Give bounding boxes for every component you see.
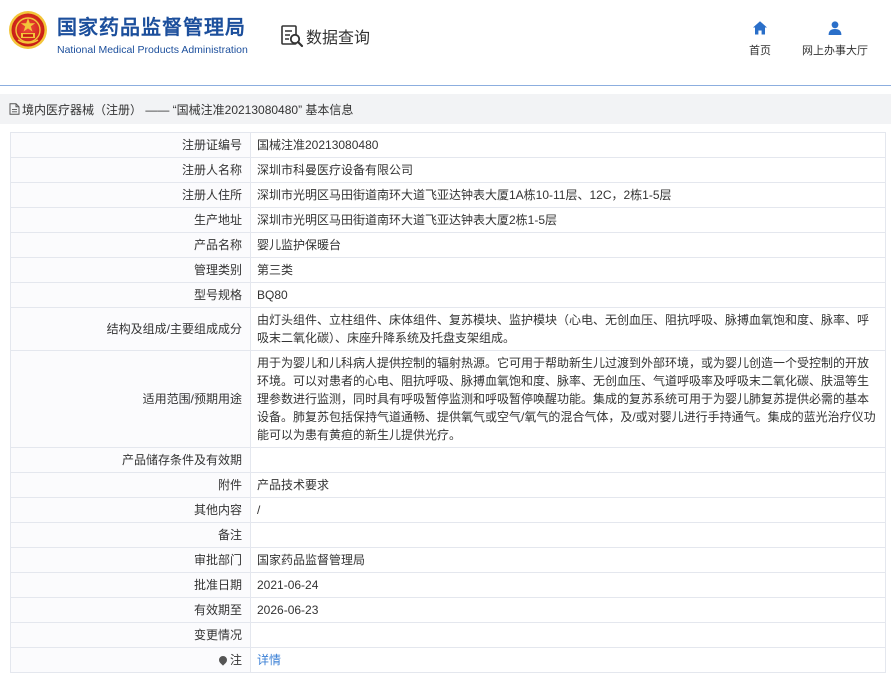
field-label: 有效期至 (10, 597, 251, 623)
field-value: 用于为婴儿和儿科病人提供控制的辐射热源。它可用于帮助新生儿过渡到外部环境，或为婴… (250, 350, 886, 448)
field-label: 其他内容 (10, 497, 251, 523)
field-value: 2021-06-24 (250, 572, 886, 598)
user-icon (828, 21, 842, 35)
field-label: 生产地址 (10, 207, 251, 233)
breadcrumb-text[interactable]: 境内医疗器械（注册） —— “国械注准20213080480” 基本信息 (22, 101, 353, 118)
field-label: 管理类别 (10, 257, 251, 283)
field-value: BQ80 (250, 282, 886, 308)
home-icon (753, 21, 767, 35)
table-row: 审批部门 国家药品监督管理局 (10, 547, 886, 573)
nav-home-label: 首页 (749, 45, 771, 57)
table-row: 生产地址 深圳市光明区马田街道南环大道飞亚达钟表大厦2栋1-5层 (10, 207, 886, 233)
field-label: 审批部门 (10, 547, 251, 573)
field-label: 产品名称 (10, 232, 251, 258)
header-divider (0, 85, 891, 86)
field-label: 注册人名称 (10, 157, 251, 183)
table-row: 注册证编号 国械注准20213080480 (10, 132, 886, 158)
field-value (250, 622, 886, 648)
field-label: 注 (229, 653, 242, 667)
field-value (250, 447, 886, 473)
field-value: 深圳市光明区马田街道南环大道飞亚达钟表大厦1A栋10-11层、12C，2栋1-5… (250, 182, 886, 208)
data-query-label: 数据查询 (306, 30, 371, 47)
field-value: 深圳市光明区马田街道南环大道飞亚达钟表大厦2栋1-5层 (250, 207, 886, 233)
field-label: 备注 (10, 522, 251, 548)
agency-name-cn: 国家药品监督管理局 (57, 17, 246, 39)
table-row: 结构及组成/主要组成成分 由灯头组件、立柱组件、床体组件、复苏模块、监护模块（心… (10, 307, 886, 351)
note-label-cell: 注 (10, 647, 251, 673)
table-row: 变更情况 (10, 622, 886, 648)
field-value: 第三类 (250, 257, 886, 283)
nmpa-emblem-icon (9, 11, 47, 49)
nav-online-service-hall[interactable]: 网上办事大厅 (798, 20, 872, 58)
table-row: 型号规格 BQ80 (10, 282, 886, 308)
data-query-icon (281, 25, 304, 48)
table-row: 适用范围/预期用途 用于为婴儿和儿科病人提供控制的辐射热源。它可用于帮助新生儿过… (10, 350, 886, 448)
breadcrumb: 境内医疗器械（注册） —— “国械注准20213080480” 基本信息 (0, 94, 891, 124)
field-label: 批准日期 (10, 572, 251, 598)
table-row: 注 详情 (10, 647, 886, 673)
field-value: 国械注准20213080480 (250, 132, 886, 158)
field-label: 附件 (10, 472, 251, 498)
note-marker-icon (217, 654, 229, 666)
nav-online-service-hall-label: 网上办事大厅 (802, 45, 868, 57)
field-value: 深圳市科曼医疗设备有限公司 (250, 157, 886, 183)
field-label: 变更情况 (10, 622, 251, 648)
table-row: 注册人住所 深圳市光明区马田街道南环大道飞亚达钟表大厦1A栋10-11层、12C… (10, 182, 886, 208)
field-label: 产品储存条件及有效期 (10, 447, 251, 473)
field-label: 结构及组成/主要组成成分 (10, 307, 251, 351)
agency-title: 国家药品监督管理局 National Medical Products Admi… (57, 16, 248, 57)
table-row: 批准日期 2021-06-24 (10, 572, 886, 598)
field-value: 婴儿监护保暖台 (250, 232, 886, 258)
field-value: 由灯头组件、立柱组件、床体组件、复苏模块、监护模块（心电、无创血压、阻抗呼吸、脉… (250, 307, 886, 351)
table-row: 管理类别 第三类 (10, 257, 886, 283)
field-label: 注册人住所 (10, 182, 251, 208)
agency-name-en: National Medical Products Administration (57, 44, 248, 56)
document-icon (9, 103, 20, 115)
table-row: 注册人名称 深圳市科曼医疗设备有限公司 (10, 157, 886, 183)
site-header: 国家药品监督管理局 National Medical Products Admi… (0, 0, 891, 86)
nav-home[interactable]: 首页 (746, 20, 774, 58)
field-value: 2026-06-23 (250, 597, 886, 623)
field-label: 注册证编号 (10, 132, 251, 158)
field-label: 适用范围/预期用途 (10, 350, 251, 448)
field-value (250, 522, 886, 548)
field-label: 型号规格 (10, 282, 251, 308)
registration-detail-table: 注册证编号 国械注准20213080480 注册人名称 深圳市科曼医疗设备有限公… (10, 132, 886, 673)
table-row: 产品储存条件及有效期 (10, 447, 886, 473)
table-row: 有效期至 2026-06-23 (10, 597, 886, 623)
field-value: 产品技术要求 (250, 472, 886, 498)
field-value: 国家药品监督管理局 (250, 547, 886, 573)
table-row: 附件 产品技术要求 (10, 472, 886, 498)
data-query-link[interactable]: 数据查询 (280, 24, 370, 48)
table-row: 其他内容 / (10, 497, 886, 523)
table-row: 备注 (10, 522, 886, 548)
table-row: 产品名称 婴儿监护保暖台 (10, 232, 886, 258)
field-value: / (250, 497, 886, 523)
details-link[interactable]: 详情 (250, 647, 886, 673)
